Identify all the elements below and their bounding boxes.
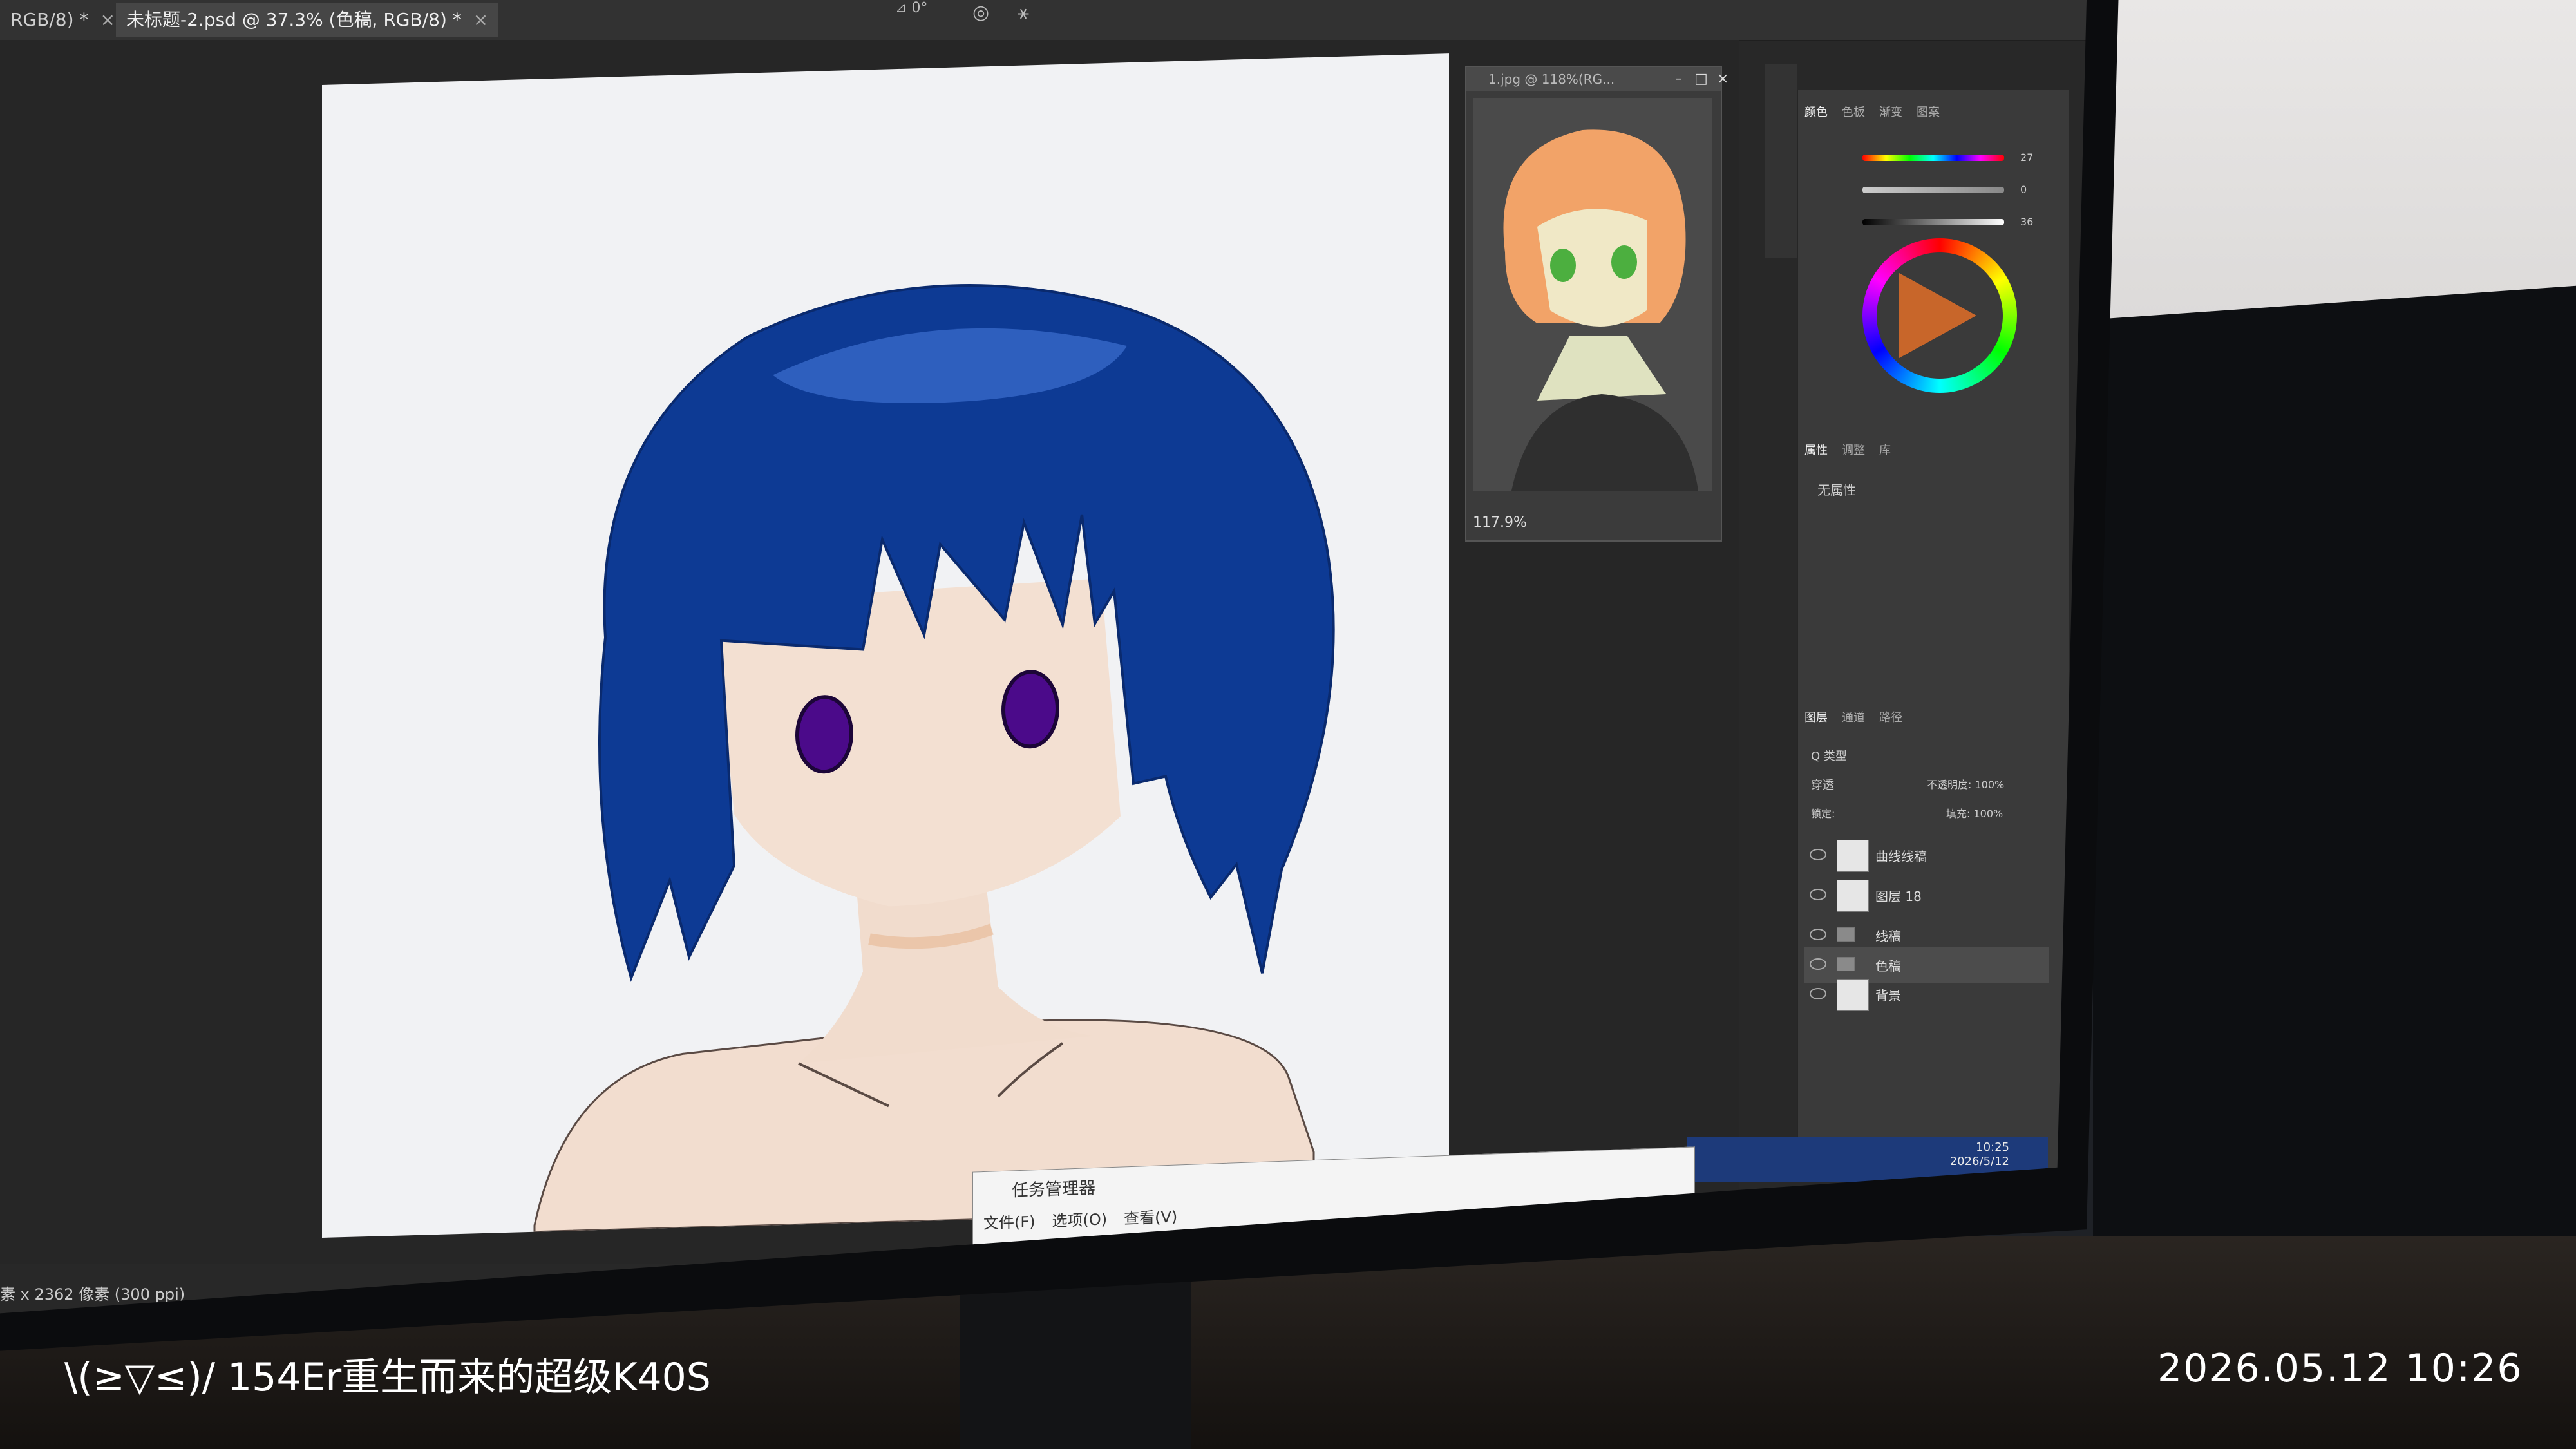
panel-icon-strip[interactable] bbox=[1765, 64, 1797, 258]
lock-label: 锁定: bbox=[1811, 808, 1835, 820]
camera-watermark-datetime: 2026.05.12 10:26 bbox=[2157, 1346, 2523, 1391]
left-eye bbox=[795, 695, 853, 774]
tab-swatches[interactable]: 色板 bbox=[1842, 106, 1865, 119]
document-tab-active[interactable]: 未标题-2.psd @ 37.3% (色稿, RGB/8) * × bbox=[116, 3, 499, 37]
angle-value: 0° bbox=[911, 0, 928, 16]
visibility-eye-icon[interactable] bbox=[1810, 929, 1826, 940]
neck bbox=[799, 878, 1095, 1064]
tab-layers[interactable]: 图层 bbox=[1804, 711, 1828, 724]
folder-icon bbox=[1837, 957, 1855, 971]
color-triangle[interactable] bbox=[1899, 273, 1976, 358]
layer-thumbnail bbox=[1837, 979, 1869, 1011]
photo-scene: RGB/8) * × 未标题-2.psd @ 37.3% (色稿, RGB/8) … bbox=[0, 0, 2576, 1449]
document-tab[interactable]: RGB/8) * × bbox=[0, 3, 126, 37]
layer-thumbnail bbox=[1837, 840, 1869, 872]
close-icon[interactable]: × bbox=[473, 9, 488, 30]
task-manager-title: 任务管理器 bbox=[1012, 1178, 1096, 1201]
fill-field[interactable]: 填充: 100% bbox=[1946, 805, 2003, 820]
tab-label: RGB/8) * bbox=[10, 9, 89, 30]
visibility-eye-icon[interactable] bbox=[1810, 958, 1826, 970]
room-wall bbox=[2099, 0, 2576, 322]
anime-girl-drawing bbox=[533, 284, 1335, 1233]
brightness-slider[interactable] bbox=[1862, 219, 2004, 225]
tab-patterns[interactable]: 图案 bbox=[1917, 106, 1940, 119]
layer-row[interactable]: 图层 18 bbox=[1804, 877, 2049, 913]
reference-girl-illustration bbox=[1473, 98, 1712, 491]
monitor-screen: RGB/8) * × 未标题-2.psd @ 37.3% (色稿, RGB/8) … bbox=[0, 0, 2087, 1314]
visibility-eye-icon[interactable] bbox=[1810, 988, 1826, 999]
visibility-eye-icon[interactable] bbox=[1810, 889, 1826, 900]
tab-paths[interactable]: 路径 bbox=[1879, 711, 1902, 724]
canvas-area[interactable]: 1.jpg @ 118%(RG... – □ × 117.9% bbox=[0, 40, 1739, 1264]
layer-row[interactable]: 背景 bbox=[1804, 976, 2049, 1012]
menu-options[interactable]: 选项(O) bbox=[1052, 1210, 1108, 1230]
color-panel-tabs[interactable]: 颜色 色板 渐变 图案 bbox=[1804, 103, 1954, 126]
pressure-icon[interactable]: ◎ bbox=[972, 1, 989, 24]
layer-name: 线稿 bbox=[1875, 929, 1901, 944]
task-manager-menu: 文件(F) 选项(O) 查看(V) bbox=[983, 1204, 1194, 1233]
layer-name: 色稿 bbox=[1875, 958, 1901, 974]
layer-filter-select[interactable]: Q 类型 bbox=[1811, 747, 1847, 764]
angle-readout[interactable]: ⊿ 0° bbox=[895, 0, 927, 19]
taskbar-clock[interactable]: 10:25 2026/5/12 bbox=[1950, 1141, 2009, 1169]
color-wheel[interactable] bbox=[1862, 238, 2017, 393]
layers-panel-tabs[interactable]: 图层 通道 路径 bbox=[1804, 708, 1917, 732]
right-panels: 颜色 色板 渐变 图案 27 0 36 属性 调整 库 无属性 图层 通道 路径 Q 类型 穿… bbox=[1797, 90, 2069, 1172]
hue-slider[interactable] bbox=[1862, 155, 2004, 161]
reference-window-titlebar[interactable]: 1.jpg @ 118%(RG... – □ × bbox=[1466, 67, 1728, 91]
maximize-icon[interactable]: □ bbox=[1694, 67, 1708, 91]
color-wheel-inner bbox=[1877, 252, 2003, 379]
document-canvas[interactable] bbox=[322, 53, 1449, 1238]
taskbar-time: 10:25 bbox=[1976, 1141, 2009, 1154]
reference-zoom-level: 117.9% bbox=[1473, 515, 1527, 531]
layer-row[interactable]: 曲线线稿 bbox=[1804, 837, 2049, 873]
layer-name: 曲线线稿 bbox=[1875, 849, 1927, 864]
saturation-slider[interactable] bbox=[1862, 187, 2004, 193]
right-eye bbox=[1001, 670, 1059, 749]
reference-image bbox=[1473, 98, 1712, 491]
reference-image-window[interactable]: 1.jpg @ 118%(RG... – □ × 117.9% bbox=[1465, 66, 1728, 542]
layer-thumbnail bbox=[1837, 880, 1869, 912]
tab-label: 未标题-2.psd @ 37.3% (色稿, RGB/8) * bbox=[126, 9, 462, 30]
tab-adjustments[interactable]: 调整 bbox=[1842, 444, 1865, 457]
layer-name: 背景 bbox=[1875, 988, 1901, 1003]
color-value-3[interactable]: 36 bbox=[2020, 216, 2033, 228]
tab-color[interactable]: 颜色 bbox=[1804, 106, 1828, 119]
tab-channels[interactable]: 通道 bbox=[1842, 711, 1865, 724]
opacity-field[interactable]: 不透明度: 100% bbox=[1927, 776, 2004, 791]
tab-properties[interactable]: 属性 bbox=[1804, 444, 1828, 457]
properties-panel-tabs[interactable]: 属性 调整 库 bbox=[1804, 441, 1905, 464]
visibility-eye-icon[interactable] bbox=[1810, 849, 1826, 860]
folder-icon bbox=[1837, 927, 1855, 942]
symmetry-icon[interactable]: ⚹ bbox=[1018, 1, 1029, 24]
tab-gradients[interactable]: 渐变 bbox=[1879, 106, 1902, 119]
close-icon[interactable]: × bbox=[100, 9, 115, 30]
minimize-icon[interactable]: – bbox=[1675, 67, 1682, 91]
ref-right-eye bbox=[1611, 245, 1637, 279]
reference-window-title: 1.jpg @ 118%(RG... bbox=[1488, 71, 1615, 87]
ref-left-eye bbox=[1550, 249, 1576, 282]
document-tab-bar: RGB/8) * × 未标题-2.psd @ 37.3% (色稿, RGB/8) … bbox=[0, 0, 2087, 41]
color-value-2[interactable]: 0 bbox=[2020, 184, 2027, 196]
layer-name: 图层 18 bbox=[1875, 889, 1922, 904]
tab-libraries[interactable]: 库 bbox=[1879, 444, 1891, 457]
color-value-1[interactable]: 27 bbox=[2020, 151, 2033, 164]
no-properties-label: 无属性 bbox=[1817, 482, 1856, 498]
menu-view[interactable]: 查看(V) bbox=[1124, 1208, 1177, 1227]
taskbar-date: 2026/5/12 bbox=[1949, 1155, 2009, 1168]
menu-file[interactable]: 文件(F) bbox=[983, 1213, 1036, 1233]
close-icon[interactable]: × bbox=[1717, 67, 1728, 91]
camera-watermark-device: \(≥▽≤)/ 154Er重生而来的超级K40S bbox=[64, 1355, 711, 1400]
blend-mode-select[interactable]: 穿透 bbox=[1811, 776, 1834, 793]
